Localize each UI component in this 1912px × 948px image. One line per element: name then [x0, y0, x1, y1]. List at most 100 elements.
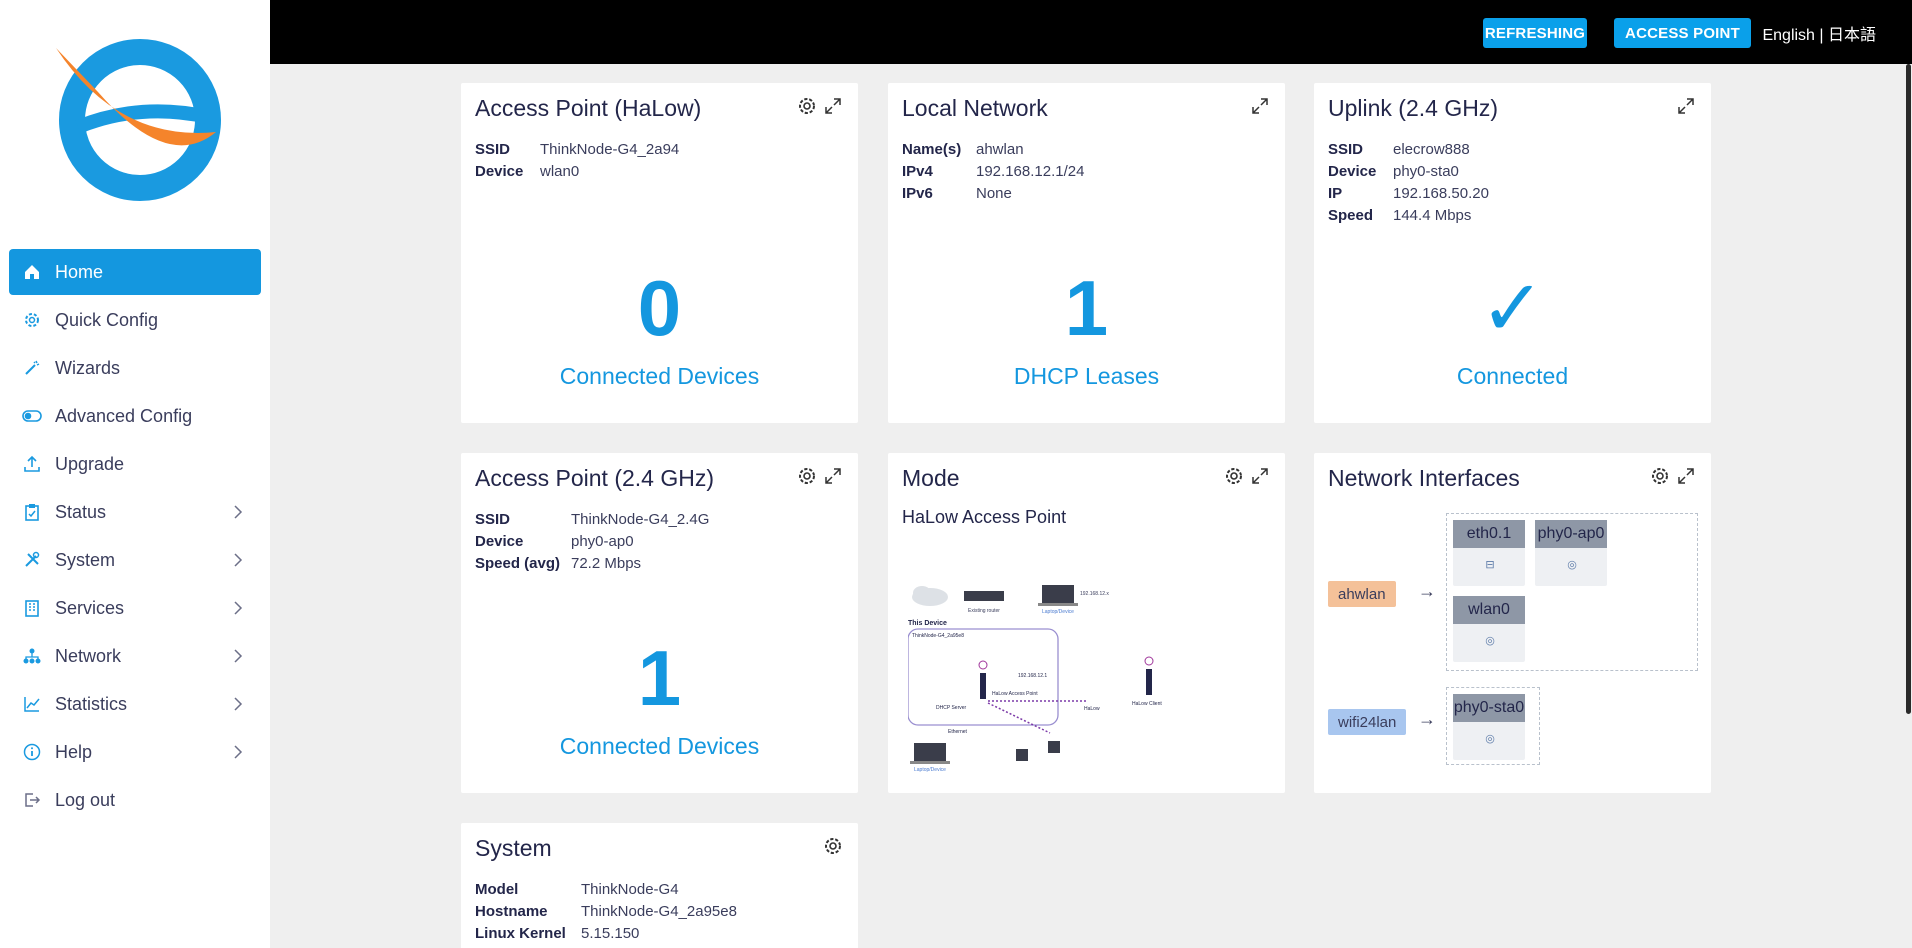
connected-devices-count: 0 — [637, 264, 682, 352]
connected-devices-count: 1 — [637, 634, 682, 722]
card-uplink: Uplink (2.4 GHz) SSID elecrow888 Device ph… — [1314, 83, 1711, 423]
home-icon — [21, 261, 43, 283]
chevron-right-icon — [234, 745, 243, 759]
sidebar-item-upgrade[interactable]: Upgrade — [9, 441, 261, 487]
top-bar: REFRESHING ACCESS POINT English | 日本語 — [270, 0, 1912, 64]
sidebar-item-statistics[interactable]: Statistics — [9, 681, 261, 727]
interface-phy0-ap0[interactable]: phy0-ap0 ◎ — [1535, 520, 1607, 586]
dhcp-leases-count: 1 — [1064, 264, 1109, 352]
sidebar-item-label: Log out — [55, 789, 116, 810]
expand-icon[interactable] — [1249, 465, 1271, 487]
scrollbar-thumb[interactable] — [1906, 64, 1911, 714]
card-network-interfaces: Network Interfaces ahwlan → eth0.1 ⊟ phy… — [1314, 453, 1711, 793]
sidebar-item-wizards[interactable]: Wizards — [9, 345, 261, 391]
interface-phy0-sta0[interactable]: phy0-sta0 ◎ — [1453, 694, 1525, 760]
svg-text:ThinkNode-G4_2a95e8: ThinkNode-G4_2a95e8 — [912, 633, 964, 639]
interface-wlan0[interactable]: wlan0 ◎ — [1453, 596, 1525, 662]
kv-row-hostname: Hostname ThinkNode-G4_2a95e8 — [475, 903, 737, 920]
card-mode: Mode HaLow Access Point Existing router … — [888, 453, 1285, 793]
gear-icon[interactable] — [796, 465, 818, 487]
connected-devices-label[interactable]: Connected Devices — [461, 733, 858, 760]
svg-text:This Device: This Device — [908, 620, 947, 627]
sidebar-item-advanced-config[interactable]: Advanced Config — [9, 393, 261, 439]
sidebar: Home Quick Config Wizards Advanced Confi… — [0, 0, 270, 948]
scrollbar[interactable] — [1904, 64, 1912, 948]
uplink-status-label[interactable]: Connected — [1314, 363, 1711, 390]
svg-text:HaLow Client: HaLow Client — [1132, 701, 1162, 707]
sidebar-item-label: System — [55, 549, 116, 570]
kv-row-names: Name(s) ahwlan — [902, 141, 1024, 158]
chevron-right-icon — [234, 697, 243, 711]
laptop-icon — [1038, 585, 1078, 606]
arrow-icon: → — [1418, 709, 1436, 729]
sidebar-item-label: Help — [55, 741, 93, 762]
arrow-icon: → — [1418, 581, 1436, 601]
card-title: Access Point (2.4 GHz) — [475, 465, 715, 491]
expand-icon[interactable] — [822, 465, 844, 487]
sidebar-item-system[interactable]: System — [9, 537, 261, 583]
connected-devices-label[interactable]: Connected Devices — [461, 363, 858, 390]
router-icon — [964, 591, 1004, 601]
magic-wand-icon — [21, 357, 43, 379]
expand-icon[interactable] — [1675, 95, 1697, 117]
bridge-tag-wifi24lan[interactable]: wifi24lan — [1328, 709, 1407, 735]
chevron-right-icon — [234, 553, 243, 567]
svg-text:Existing router: Existing router — [968, 608, 1000, 614]
sidebar-item-label: Wizards — [55, 357, 121, 378]
sidebar-item-status[interactable]: Status — [9, 489, 261, 535]
card-local-network: Local Network Name(s) ahwlan IPv4 192.168.… — [888, 83, 1285, 423]
ethernet-port-icon: ⊟ — [1485, 559, 1495, 571]
refreshing-button[interactable]: REFRESHING — [1483, 18, 1587, 48]
card-title: Local Network — [902, 95, 1048, 121]
sidebar-item-home[interactable]: Home — [9, 249, 261, 295]
sidebar-item-network[interactable]: Network — [9, 633, 261, 679]
card-ap-halow: Access Point (HaLow) SSID ThinkNode-G4_2a… — [461, 83, 858, 423]
upload-icon — [21, 453, 43, 475]
gear-icon[interactable] — [796, 95, 818, 117]
svg-text:HaLow Access Point: HaLow Access Point — [992, 691, 1038, 697]
kv-row-ssid: SSID ThinkNode-G4_2a94 — [475, 141, 680, 158]
card-title: System — [475, 835, 552, 861]
card-system: System Model ThinkNode-G4 Hostname ThinkNo… — [461, 823, 858, 948]
kv-row-ssid: SSID ThinkNode-G4_2.4G — [475, 511, 710, 528]
svg-text:192.168.12.x: 192.168.12.x — [1080, 591, 1109, 597]
connected-checkmark-icon: ✓ — [1479, 264, 1546, 352]
kv-row-speed: Speed (avg) 72.2 Mbps — [475, 555, 642, 572]
sidebar-item-label: Upgrade — [55, 453, 125, 474]
ahwlan-interface-group: eth0.1 ⊟ phy0-ap0 ◎ wlan0 ◎ — [1446, 513, 1698, 671]
svg-text:DHCP Server: DHCP Server — [936, 705, 967, 711]
expand-icon[interactable] — [1675, 465, 1697, 487]
sidebar-item-label: Services — [55, 597, 125, 618]
expand-icon[interactable] — [822, 95, 844, 117]
interface-eth0-1[interactable]: eth0.1 ⊟ — [1453, 520, 1525, 586]
card-title: Network Interfaces — [1328, 465, 1520, 491]
gear-icon[interactable] — [1223, 465, 1245, 487]
chevron-right-icon — [234, 601, 243, 615]
gear-icon[interactable] — [1649, 465, 1671, 487]
expand-icon[interactable] — [1249, 95, 1271, 117]
dhcp-leases-label[interactable]: DHCP Leases — [888, 363, 1285, 390]
gear-icon[interactable] — [822, 835, 844, 857]
sidebar-item-services[interactable]: Services — [9, 585, 261, 631]
language-switcher[interactable]: English | 日本語 — [1762, 21, 1876, 45]
kv-row-model: Model ThinkNode-G4 — [475, 881, 679, 898]
tools-icon — [21, 549, 43, 571]
sidebar-item-label: Statistics — [55, 693, 128, 714]
kv-row-ssid: SSID elecrow888 — [1328, 141, 1470, 158]
kv-row-device: Device phy0-sta0 — [1328, 163, 1459, 180]
wifi-icon: ◎ — [1485, 635, 1495, 647]
antenna-icon — [1144, 656, 1154, 695]
access-point-button[interactable]: ACCESS POINT — [1614, 18, 1751, 48]
info-icon — [21, 741, 43, 763]
sidebar-item-quick-config[interactable]: Quick Config — [9, 297, 261, 343]
sidebar-nav: Home Quick Config Wizards Advanced Confi… — [9, 249, 261, 825]
toggle-icon — [21, 405, 43, 427]
sidebar-item-label: Home — [55, 261, 104, 282]
sidebar-item-logout[interactable]: Log out — [9, 777, 261, 823]
sidebar-item-label: Advanced Config — [55, 405, 193, 426]
sidebar-item-help[interactable]: Help — [9, 729, 261, 775]
svg-text:HaLow: HaLow — [1084, 706, 1100, 712]
network-icon — [21, 645, 43, 667]
kv-row-ipv4: IPv4 192.168.12.1/24 — [902, 163, 1085, 180]
bridge-tag-ahwlan[interactable]: ahwlan — [1328, 581, 1396, 607]
